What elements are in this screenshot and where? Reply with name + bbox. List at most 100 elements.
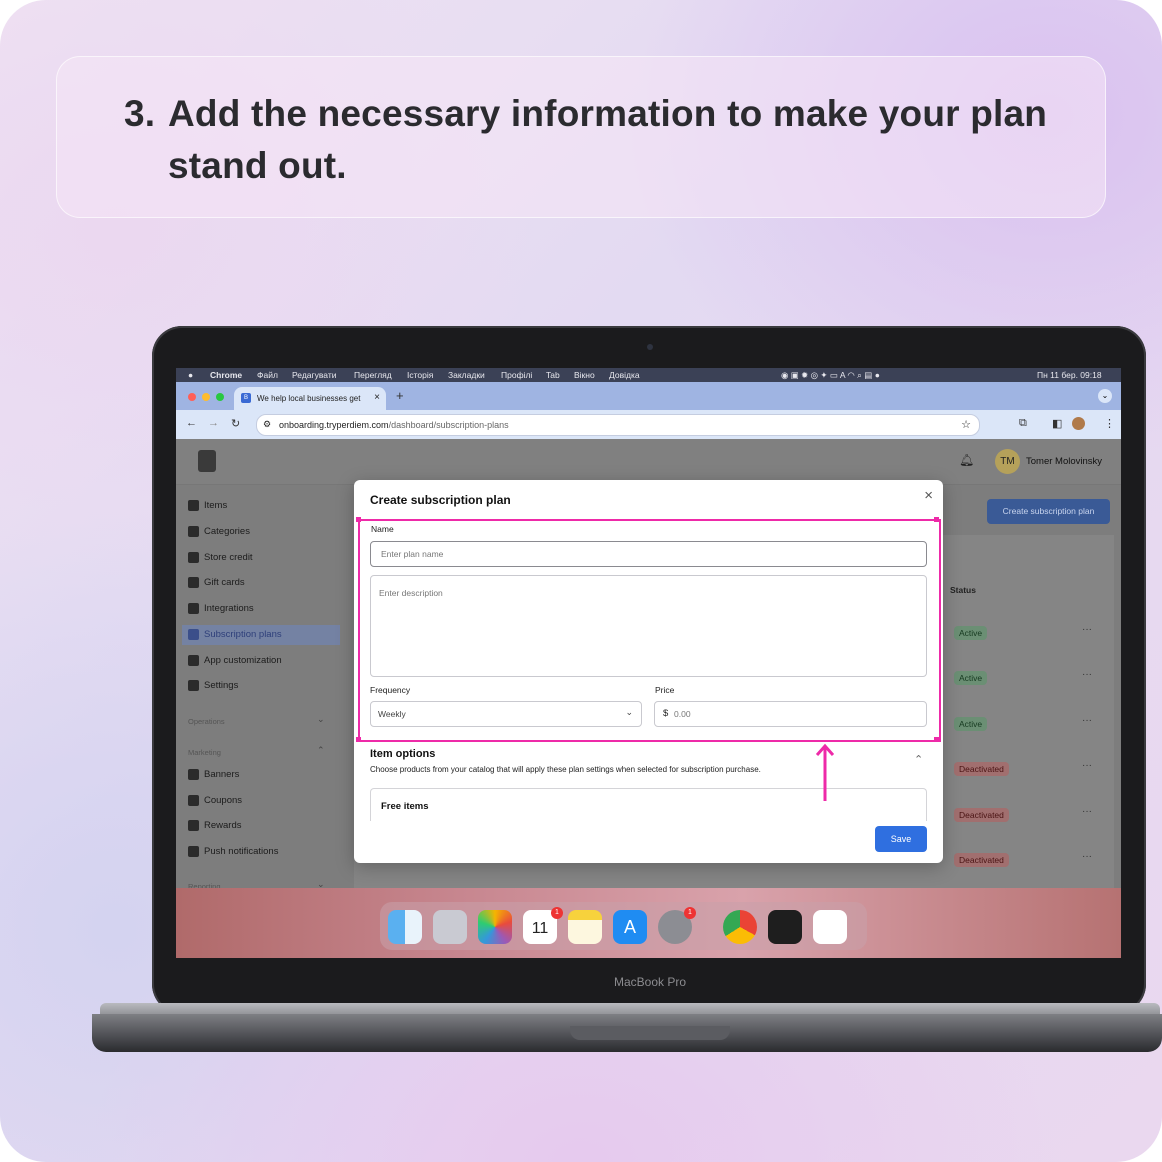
app-header: 🔔︎ TM Tomer Molovinsky	[176, 439, 1121, 485]
menu-chrome[interactable]: Chrome	[210, 370, 242, 380]
url-text: onboarding.tryperdiem.com/dashboard/subs…	[279, 420, 509, 430]
status-badge: Deactivated	[954, 808, 1009, 822]
favicon-icon: B	[241, 393, 251, 403]
menu-history[interactable]: Історія	[407, 370, 433, 380]
close-window-button[interactable]	[188, 393, 196, 401]
menu-view[interactable]: Перегляд	[354, 370, 392, 380]
reload-icon[interactable]: ↻	[231, 417, 240, 430]
create-subscription-plan-button[interactable]: Create subscription plan	[987, 499, 1110, 524]
sidebar-item-label: Store credit	[204, 552, 253, 563]
row-more-icon[interactable]: ···	[1082, 715, 1092, 726]
mac-dock: 11 1 A 1	[380, 902, 867, 950]
slack-icon[interactable]	[813, 910, 847, 944]
sidebar-item-subscription-plans[interactable]: Subscription plans	[182, 625, 340, 645]
plan-name-input[interactable]: Enter plan name	[370, 541, 927, 567]
site-info-icon[interactable]: ⚙	[263, 419, 271, 430]
url-host: onboarding.tryperdiem.com	[279, 420, 389, 430]
sidebar-item-label: App customization	[204, 655, 282, 666]
app-customization-icon	[188, 655, 199, 666]
sidebar-item-coupons[interactable]: Coupons	[188, 793, 338, 809]
sidebar-item-label: Rewards	[204, 820, 242, 831]
user-avatar[interactable]: TM	[995, 449, 1020, 474]
camera-dot	[647, 344, 653, 350]
sidebar-item-banners[interactable]: Banners	[188, 767, 338, 783]
save-button[interactable]: Save	[875, 826, 927, 852]
sidebar-item-label: Push notifications	[204, 846, 279, 857]
free-items-section[interactable]: Free items	[370, 788, 927, 821]
bookmark-star-icon[interactable]: ☆	[961, 418, 971, 431]
sidebar-item-store-credit[interactable]: Store credit	[188, 550, 338, 566]
gift-cards-icon	[188, 577, 199, 588]
profile-avatar-icon[interactable]	[1072, 417, 1085, 430]
menu-edit[interactable]: Редагувати	[292, 370, 336, 380]
close-tab-icon[interactable]: ×	[374, 392, 380, 403]
finder-icon[interactable]	[388, 910, 422, 944]
brand-logo	[198, 450, 216, 472]
row-more-icon[interactable]: ···	[1082, 624, 1092, 635]
url-path: /dashboard/subscription-plans	[388, 420, 509, 430]
row-more-icon[interactable]: ···	[1082, 806, 1092, 817]
description-textarea[interactable]: Enter description	[370, 575, 927, 677]
launchpad-icon[interactable]	[433, 910, 467, 944]
menu-bookmarks[interactable]: Закладки	[448, 370, 485, 380]
close-icon[interactable]: ×	[924, 487, 933, 504]
sidebar-item-items[interactable]: Items	[188, 498, 338, 514]
sidebar-item-push-notifications[interactable]: Push notifications	[188, 844, 338, 860]
chevron-down-icon[interactable]: ⌄	[317, 714, 325, 725]
sidebar-item-gift-cards[interactable]: Gift cards	[188, 575, 338, 591]
categories-icon	[188, 526, 199, 537]
browser-tab[interactable]: B We help local businesses get ×	[234, 387, 386, 410]
menu-profiles[interactable]: Профілі	[501, 370, 532, 380]
section-marketing[interactable]: Marketing	[188, 748, 221, 757]
address-bar[interactable]: ⚙ onboarding.tryperdiem.com/dashboard/su…	[256, 414, 980, 436]
item-options-title: Item options	[370, 748, 436, 760]
browser-toolbar: ← → ↻ ⚙ onboarding.tryperdiem.com/dashbo…	[176, 410, 1121, 439]
price-input[interactable]: $ 0.00	[654, 701, 927, 727]
sidebar-item-rewards[interactable]: Rewards	[188, 818, 338, 834]
chrome-icon[interactable]	[723, 910, 757, 944]
subscription-plans-icon	[188, 629, 199, 640]
section-operations[interactable]: Operations	[188, 717, 225, 726]
status-badge: Active	[954, 671, 988, 685]
forward-icon[interactable]: →	[208, 417, 219, 429]
app-store-icon[interactable]: A	[613, 910, 647, 944]
sidebar-item-settings[interactable]: Settings	[188, 678, 338, 694]
menubar-clock: Пн 11 бер. 09:18	[1037, 370, 1102, 380]
frequency-select[interactable]: Weekly ⌄	[370, 701, 642, 727]
sidebar-item-integrations[interactable]: Integrations	[188, 601, 338, 617]
minimize-window-button[interactable]	[202, 393, 210, 401]
chevron-up-icon[interactable]: ⌃	[914, 753, 923, 766]
new-tab-icon[interactable]: +	[396, 388, 404, 403]
apple-icon[interactable]: ●	[188, 370, 193, 380]
zoom-window-button[interactable]	[216, 393, 224, 401]
chevron-up-icon[interactable]: ⌃	[317, 745, 325, 756]
back-icon[interactable]: ←	[186, 417, 197, 429]
chrome-menu-icon[interactable]: ⋮	[1104, 417, 1115, 430]
items-icon	[188, 500, 199, 511]
row-more-icon[interactable]: ···	[1082, 669, 1092, 680]
row-more-icon[interactable]: ···	[1082, 851, 1092, 862]
sidebar-item-label: Categories	[204, 526, 250, 537]
status-badge: Deactivated	[954, 853, 1009, 867]
highlight-corner	[934, 737, 939, 742]
notes-icon[interactable]	[568, 910, 602, 944]
menu-window[interactable]: Вікно	[574, 370, 595, 380]
figma-icon[interactable]	[768, 910, 802, 944]
notification-badge: 1	[551, 907, 563, 919]
side-panel-icon[interactable]: ◧	[1052, 417, 1062, 430]
sidebar-item-label: Items	[204, 500, 228, 511]
user-name[interactable]: Tomer Molovinsky	[1026, 456, 1102, 467]
menu-help[interactable]: Довідка	[609, 370, 640, 380]
extensions-icon[interactable]: ⧉	[1019, 417, 1027, 430]
sidebar-item-app-customization[interactable]: App customization	[188, 653, 338, 669]
bell-icon[interactable]: 🔔︎	[959, 453, 974, 467]
menu-tab[interactable]: Tab	[546, 370, 560, 380]
menu-file[interactable]: Файл	[257, 370, 278, 380]
photos-icon[interactable]	[478, 910, 512, 944]
sidebar-item-categories[interactable]: Categories	[188, 524, 338, 540]
tab-search-icon[interactable]: ⌄	[1098, 389, 1112, 403]
status-icons[interactable]: ◉ ▣ ✹ ◎ ✦ ▭ A ◠ ⌕ ▤ ●	[781, 370, 880, 381]
frequency-value: Weekly	[378, 709, 406, 719]
price-label: Price	[655, 685, 675, 695]
row-more-icon[interactable]: ···	[1082, 760, 1092, 771]
